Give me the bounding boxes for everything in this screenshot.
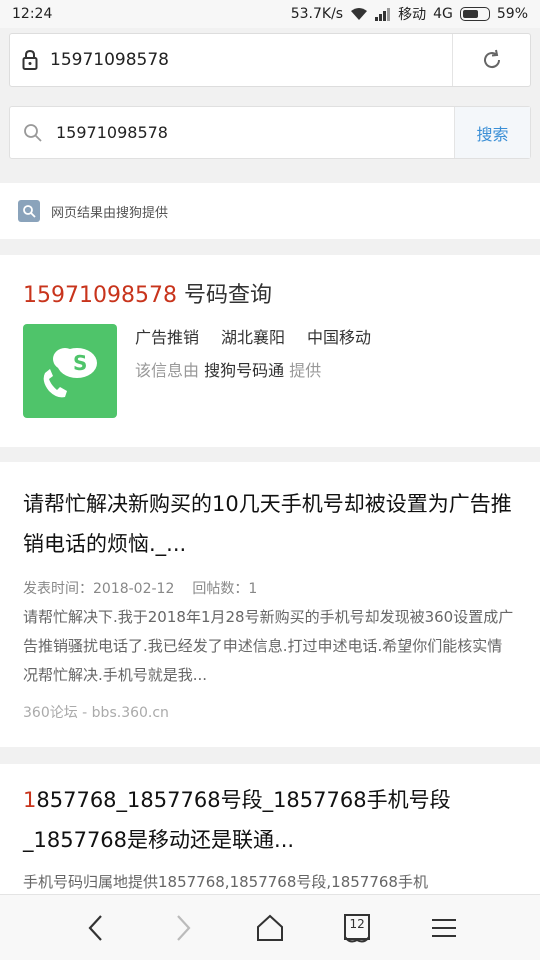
- svg-text:S: S: [73, 351, 87, 375]
- result-snippet: 请帮忙解决下.我于2018年1月28号新购买的手机号却发现被360设置成广告推销…: [23, 608, 514, 684]
- search-button[interactable]: 搜索: [454, 107, 530, 158]
- result-post-time: 发表时间：2018-02-12: [23, 581, 175, 597]
- sogou-haomatong-logo-icon: S: [23, 324, 117, 418]
- search-input[interactable]: 15971098578: [56, 123, 454, 142]
- search-result[interactable]: 1857768_1857768号段_1857768手机号段_1857768是移动…: [0, 764, 540, 904]
- provider-note-bar: 网页结果由搜狗提供: [0, 183, 540, 239]
- result-title-highlight: 1: [23, 788, 37, 812]
- result-title[interactable]: 1857768_1857768号段_1857768手机号段_1857768是移动…: [23, 780, 517, 860]
- result-snippet: 手机号码归属地提供1857768,1857768号段,1857768手机: [23, 873, 428, 891]
- result-title-rest: 857768_1857768号段_1857768手机号段_1857768是移动还…: [23, 788, 451, 852]
- home-icon[interactable]: [245, 903, 295, 953]
- url-text[interactable]: 15971098578: [50, 50, 452, 70]
- number-category: 广告推销: [135, 328, 200, 347]
- signal-icon: [375, 7, 391, 21]
- network-speed: 53.7K/s: [290, 6, 344, 22]
- forward-icon[interactable]: [158, 903, 208, 953]
- menu-icon[interactable]: [419, 903, 469, 953]
- result-reply-count: 回帖数：1: [192, 581, 258, 597]
- number-carrier: 中国移动: [307, 328, 372, 347]
- wifi-icon: [350, 7, 368, 21]
- search-icon: [10, 123, 56, 143]
- result-site: 360论坛 - bbs.360.cn: [23, 705, 169, 721]
- phone-lookup-card[interactable]: 15971098578 号码查询 S 广告推销 湖北襄阳 中国移动 该信息由 搜…: [0, 255, 540, 447]
- bottom-toolbar: 12: [0, 894, 540, 960]
- number-location: 湖北襄阳: [221, 328, 286, 347]
- search-result[interactable]: 请帮忙解决新购买的10几天手机号却被设置为广告推销电话的烦恼._... 发表时间…: [0, 462, 540, 747]
- lock-icon: [10, 50, 50, 70]
- title-suffix: 号码查询: [176, 283, 272, 308]
- clock: 12:24: [12, 6, 53, 22]
- phone-card-title[interactable]: 15971098578 号码查询: [23, 277, 517, 309]
- refresh-icon[interactable]: [452, 34, 530, 86]
- info-prefix: 该信息由: [135, 361, 205, 380]
- status-bar: 12:24 53.7K/s 移动 4G 59%: [0, 0, 540, 28]
- tabs-icon[interactable]: 12: [332, 903, 382, 953]
- info-source-line: 该信息由 搜狗号码通 提供: [135, 357, 371, 381]
- sogou-search-icon: [18, 200, 40, 222]
- info-source-link[interactable]: 搜狗号码通: [204, 361, 284, 380]
- search-box[interactable]: 15971098578 搜索: [9, 106, 531, 159]
- battery-icon: [459, 7, 490, 21]
- tab-count: 12: [349, 916, 365, 931]
- battery-percent: 59%: [496, 6, 528, 22]
- address-bar[interactable]: 15971098578: [9, 33, 531, 87]
- provider-note: 网页结果由搜狗提供: [51, 205, 169, 221]
- phone-number: 15971098578: [23, 283, 177, 308]
- carrier-label: 移动: [398, 7, 427, 23]
- info-suffix: 提供: [284, 361, 322, 380]
- result-title[interactable]: 请帮忙解决新购买的10几天手机号却被设置为广告推销电话的烦恼._...: [23, 484, 517, 564]
- back-icon[interactable]: [71, 903, 121, 953]
- network-type: 4G: [433, 6, 453, 22]
